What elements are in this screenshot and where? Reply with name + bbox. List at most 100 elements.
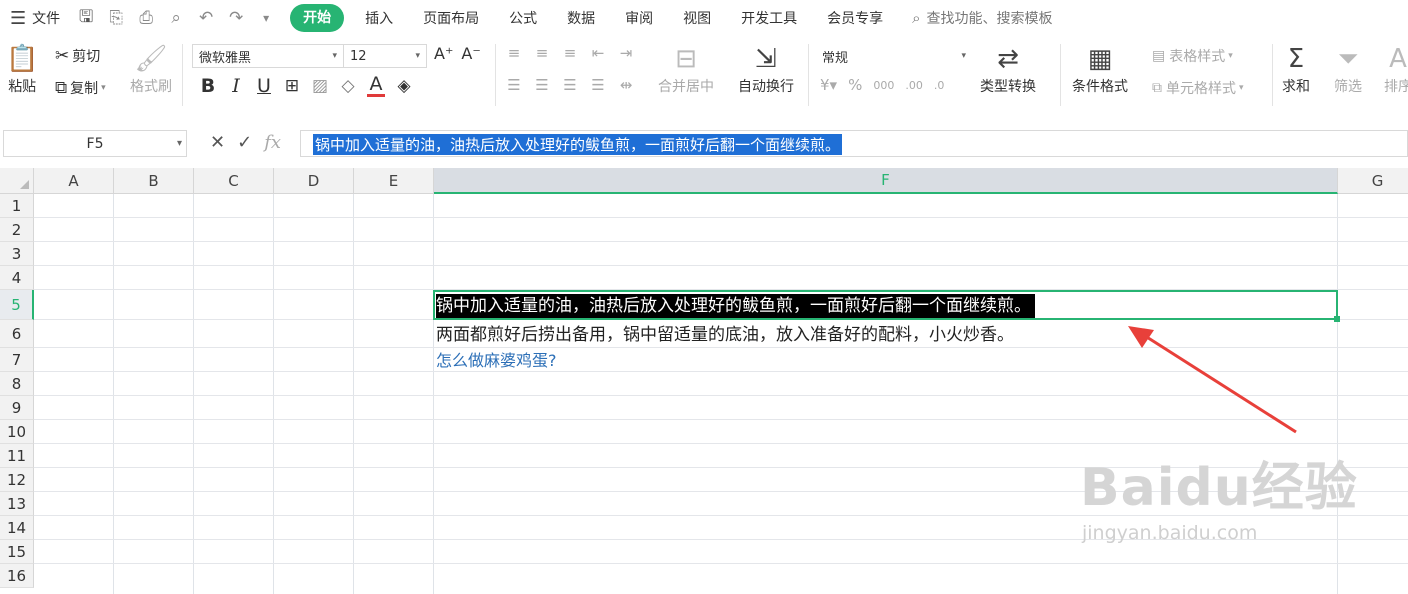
tab-page-layout[interactable]: 页面布局 [408,8,494,28]
search-box[interactable]: ⌕ 查找功能、搜索模板 [912,8,1052,28]
cell-style-button[interactable]: ⧉ 单元格样式 ▾ [1152,78,1244,98]
bold-icon[interactable]: B [194,75,222,97]
conditional-format-button[interactable]: ▦ 条件格式 [1072,42,1128,96]
type-convert-button[interactable]: ⇄ 类型转换 [980,42,1036,96]
cancel-icon[interactable]: ✕ [210,132,225,153]
percent-icon[interactable]: % [848,76,862,94]
row-header-16[interactable]: 16 [0,564,34,588]
cell-f6[interactable]: 两面都煎好后捞出备用，锅中留适量的底油，放入准备好的配料，小火炒香。 [436,323,1014,347]
export-icon[interactable]: ⎘ [106,8,126,28]
sort-button[interactable]: A 排序 [1384,42,1408,96]
menu-bar: ☰ 文件 🖫 ⎘ ⎙ ⌕ ↶ ↷ ▾ 开始 插入 页面布局 公式 数据 审阅 视… [0,0,1408,36]
currency-icon[interactable]: ¥▾ [820,76,837,94]
table-style-button[interactable]: ▤ 表格样式 ▾ [1152,46,1233,66]
align-left-icon[interactable]: ☰ [500,76,528,94]
grid-line [34,443,1408,444]
align-middle-icon[interactable]: ≡ [528,44,556,62]
tab-member[interactable]: 会员专享 [812,8,898,28]
chevron-down-icon: ▾ [101,83,106,93]
formula-input[interactable]: 锅中加入适量的油，油热后放入处理好的鲅鱼煎，一面煎好后翻一个面继续煎。 [300,130,1408,157]
tab-review[interactable]: 审阅 [610,8,668,28]
font-size-select[interactable]: 12 ▾ [343,44,427,68]
decimal-decrease-icon[interactable]: .0 [934,79,945,92]
sum-button[interactable]: Σ 求和 [1282,42,1310,96]
row-header-8[interactable]: 8 [0,372,34,396]
file-menu[interactable]: ☰ 文件 [10,8,60,29]
print-icon[interactable]: ⎙ [136,8,156,28]
font-increase-icon[interactable]: A⁺ [434,44,453,63]
row-header-9[interactable]: 9 [0,396,34,420]
justify-icon[interactable]: ☰ [584,76,612,94]
row-header-3[interactable]: 3 [0,242,34,266]
convert-icon: ⇄ [997,44,1019,74]
tab-home[interactable]: 开始 [290,4,345,32]
row-header-12[interactable]: 12 [0,468,34,492]
distribute-icon[interactable]: ⇹ [612,76,640,94]
row-header-2[interactable]: 2 [0,218,34,242]
select-all-corner[interactable] [0,168,34,194]
row-header-5[interactable]: 5 [0,290,34,320]
annotation-arrow [1128,326,1297,434]
column-header-a[interactable]: A [34,168,114,194]
merge-center-button[interactable]: ⊟ 合并居中 [658,42,714,96]
number-format-select[interactable]: 常规 ▾ [816,44,972,68]
save-icon[interactable]: 🖫 [76,4,96,33]
function-icon[interactable]: fx [264,132,281,153]
row-header-15[interactable]: 15 [0,540,34,564]
paste-button[interactable]: 📋 粘贴 [6,42,38,96]
row-header-7[interactable]: 7 [0,348,34,372]
tab-formulas[interactable]: 公式 [494,8,552,28]
eraser-icon[interactable]: ◈ [390,76,418,96]
column-header-b[interactable]: B [114,168,194,194]
fill-color-icon[interactable]: ◇ [334,76,362,96]
column-header-g[interactable]: G [1338,168,1408,194]
cut-button[interactable]: ✂ 剪切 [55,46,100,66]
name-box[interactable]: F5 ▾ [3,130,187,157]
font-decrease-icon[interactable]: A⁻ [461,44,480,63]
align-center-icon[interactable]: ☰ [528,76,556,94]
font-name-select[interactable]: 微软雅黑 ▾ [192,44,344,68]
copy-button[interactable]: ⧉ 复制 ▾ [55,78,106,98]
print-preview-icon[interactable]: ⌕ [166,8,186,28]
number-buttons: ¥▾ % 000 .00 .0 [820,76,944,94]
row-header-13[interactable]: 13 [0,492,34,516]
align-top-icon[interactable]: ≡ [500,44,528,62]
tab-insert[interactable]: 插入 [350,8,408,28]
font-color-icon[interactable]: A [367,74,385,97]
align-bottom-icon[interactable]: ≡ [556,44,584,62]
format-painter-button[interactable]: 🖌 格式刷 [130,42,172,96]
filter-button[interactable]: ⏷ 筛选 [1334,42,1362,96]
redo-icon[interactable]: ↷ [226,8,246,28]
column-header-e[interactable]: E [354,168,434,194]
tab-data[interactable]: 数据 [552,8,610,28]
row-header-14[interactable]: 14 [0,516,34,540]
underline-icon[interactable]: U [250,75,278,97]
align-bottom-row: ☰ ☰ ☰ ☰ ⇹ [500,76,640,94]
cell-f7[interactable]: 怎么做麻婆鸡蛋? [436,349,557,373]
grid-line [353,194,354,594]
cut-label: 剪切 [72,49,101,65]
column-header-f[interactable]: F [434,168,1338,194]
thousands-icon[interactable]: 000 [873,79,894,92]
indent-increase-icon[interactable]: ⇥ [612,44,640,62]
formula-content: 锅中加入适量的油，油热后放入处理好的鲅鱼煎，一面煎好后翻一个面继续煎。 [313,134,843,155]
decimal-increase-icon[interactable]: .00 [905,79,923,92]
row-header-10[interactable]: 10 [0,420,34,444]
row-header-6[interactable]: 6 [0,320,34,348]
row-header-11[interactable]: 11 [0,444,34,468]
row-header-1[interactable]: 1 [0,194,34,218]
fill-pattern-icon[interactable]: ▨ [306,76,334,96]
column-header-c[interactable]: C [194,168,274,194]
border-icon[interactable]: ⊞ [278,76,306,96]
indent-decrease-icon[interactable]: ⇤ [584,44,612,62]
confirm-icon[interactable]: ✓ [237,132,252,153]
column-header-d[interactable]: D [274,168,354,194]
row-header-4[interactable]: 4 [0,266,34,290]
customize-dropdown-icon[interactable]: ▾ [256,11,276,25]
undo-icon[interactable]: ↶ [196,8,216,28]
tab-developer[interactable]: 开发工具 [726,8,812,28]
italic-icon[interactable]: I [222,75,250,97]
wrap-text-button[interactable]: ⇲ 自动换行 [738,42,794,96]
align-right-icon[interactable]: ☰ [556,76,584,94]
tab-view[interactable]: 视图 [668,8,726,28]
